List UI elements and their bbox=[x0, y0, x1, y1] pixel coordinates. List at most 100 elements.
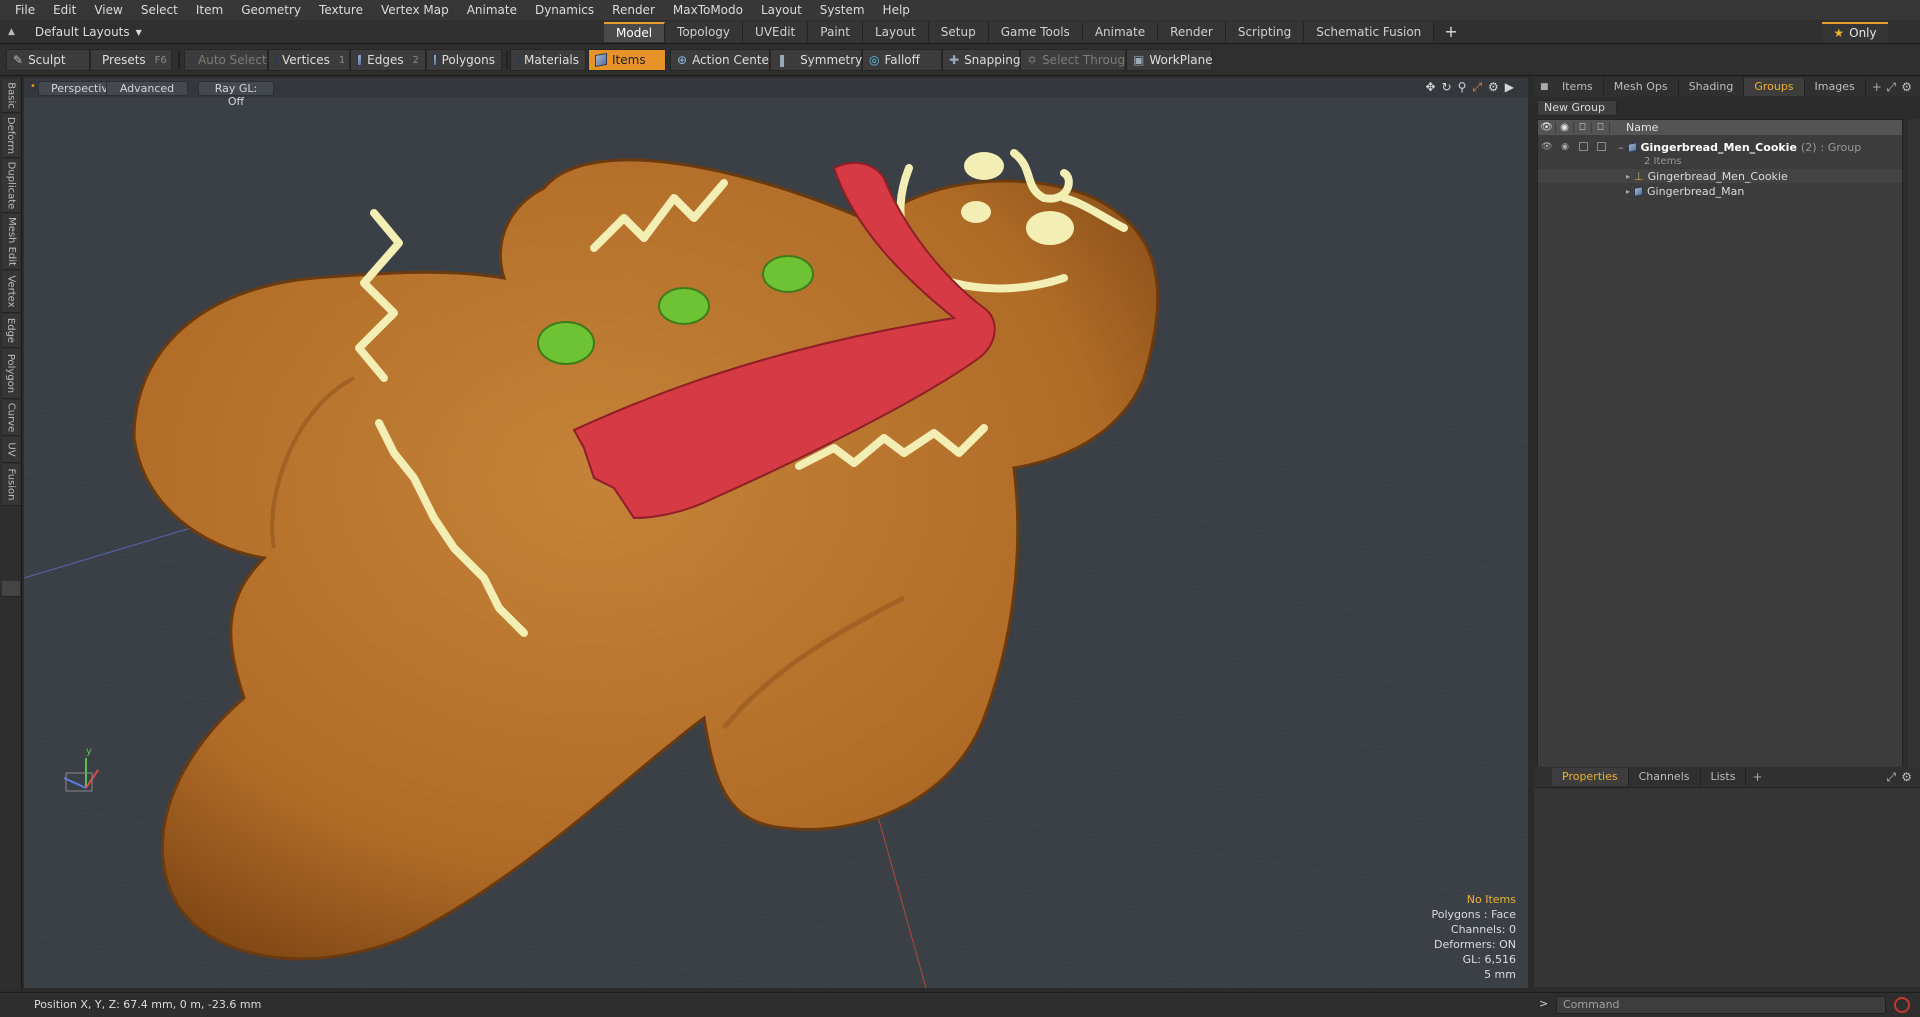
menu-edit[interactable]: Edit bbox=[44, 0, 85, 20]
falloff-button[interactable]: ◎ Falloff bbox=[862, 49, 942, 71]
group-child-row[interactable]: ▸ Gingerbread_Man bbox=[1538, 184, 1902, 198]
menu-item[interactable]: Item bbox=[187, 0, 232, 20]
tab-schematic-fusion[interactable]: Schematic Fusion bbox=[1304, 22, 1435, 42]
gear-icon[interactable]: ⚙ bbox=[1488, 80, 1499, 95]
expand-icon[interactable]: ⤢ bbox=[1886, 80, 1896, 95]
tab-topology[interactable]: Topology bbox=[665, 22, 744, 42]
cookie-cheek bbox=[1026, 211, 1074, 245]
menu-geometry[interactable]: Geometry bbox=[232, 0, 310, 20]
select-through-button[interactable]: ✡ Select Through bbox=[1020, 49, 1133, 71]
render-column-icon[interactable]: ◉ bbox=[1556, 122, 1574, 133]
raygl-toggle-button[interactable]: Ray GL: Off bbox=[198, 81, 274, 108]
menu-bar: File Edit View Select Item Geometry Text… bbox=[0, 0, 1920, 20]
tab-scripting[interactable]: Scripting bbox=[1225, 22, 1305, 42]
tab-setup[interactable]: Setup bbox=[928, 22, 989, 42]
new-group-button[interactable]: New Group bbox=[1537, 100, 1617, 116]
group-row[interactable]: 👁 ◉ – Gingerbread_Men_Cookie (2) : Group bbox=[1538, 140, 1902, 154]
toolbar-divider bbox=[178, 51, 180, 69]
tab-items[interactable]: Items bbox=[1552, 78, 1604, 96]
items-button[interactable]: Items bbox=[588, 49, 666, 71]
add-panel-tab-icon[interactable]: + bbox=[1866, 80, 1882, 94]
menu-layout[interactable]: Layout bbox=[752, 0, 811, 20]
groups-scrollbar[interactable] bbox=[1908, 119, 1920, 809]
menu-render[interactable]: Render bbox=[603, 0, 664, 20]
props-expand-icon[interactable]: ⤢ bbox=[1886, 770, 1896, 785]
viewport-menu-dot[interactable]: • bbox=[30, 81, 36, 92]
vtab-duplicate[interactable]: Duplicate bbox=[2, 159, 20, 213]
tab-mesh-ops[interactable]: Mesh Ops bbox=[1604, 78, 1679, 96]
menu-select[interactable]: Select bbox=[132, 0, 187, 20]
vtab-fusion[interactable]: Fusion bbox=[2, 464, 20, 506]
workplane-button[interactable]: ▣ WorkPlane bbox=[1126, 49, 1213, 71]
menu-vertex-map[interactable]: Vertex Map bbox=[372, 0, 458, 20]
symmetry-button[interactable]: ❚ Symmetry bbox=[770, 49, 862, 71]
shading-advanced-button[interactable]: Advanced bbox=[106, 81, 188, 96]
vtab-polygon[interactable]: Polygon bbox=[2, 349, 20, 399]
zoom-view-icon[interactable]: ⚲ bbox=[1458, 80, 1467, 95]
group-child-row[interactable]: ▸ ⊥ Gingerbread_Men_Cookie bbox=[1538, 169, 1902, 183]
add-props-tab-icon[interactable]: + bbox=[1746, 770, 1762, 784]
vtab-edge[interactable]: Edge bbox=[2, 314, 20, 348]
menu-texture[interactable]: Texture bbox=[310, 0, 372, 20]
vtab-curve[interactable]: Curve bbox=[2, 400, 20, 436]
sculpt-button[interactable]: ✎ Sculpt bbox=[6, 49, 90, 71]
panel-menu-dot[interactable]: ■ bbox=[1540, 82, 1549, 92]
tab-model[interactable]: Model bbox=[604, 22, 666, 42]
vtab-uv[interactable]: UV bbox=[2, 437, 20, 463]
tab-layout[interactable]: Layout bbox=[862, 22, 929, 42]
menu-maxtomodo[interactable]: MaxToModo bbox=[664, 0, 752, 20]
tab-render[interactable]: Render bbox=[1158, 22, 1226, 42]
vtab-mesh-edit[interactable]: Mesh Edit bbox=[2, 214, 20, 270]
tab-paint[interactable]: Paint bbox=[808, 22, 863, 42]
tab-uvedit[interactable]: UVEdit bbox=[743, 22, 809, 42]
rotate-view-icon[interactable]: ↻ bbox=[1442, 80, 1452, 95]
tab-properties[interactable]: Properties bbox=[1552, 768, 1629, 786]
group-render-icon[interactable]: ◉ bbox=[1556, 142, 1574, 152]
record-macro-icon[interactable] bbox=[1894, 997, 1910, 1013]
vtab-vertex[interactable]: Vertex bbox=[2, 271, 20, 313]
move-view-icon[interactable]: ✥ bbox=[1425, 80, 1435, 95]
only-toggle-button[interactable]: ★ Only bbox=[1822, 22, 1888, 42]
vtab-deform[interactable]: Deform bbox=[2, 114, 20, 158]
tab-shading[interactable]: Shading bbox=[1679, 78, 1745, 96]
collapse-icon[interactable]: – bbox=[1618, 141, 1624, 154]
menu-view[interactable]: View bbox=[85, 0, 131, 20]
vtab-basic[interactable]: Basic bbox=[2, 79, 20, 113]
tab-groups[interactable]: Groups bbox=[1744, 78, 1805, 96]
props-gear-icon[interactable]: ⚙ bbox=[1901, 770, 1912, 784]
menu-help[interactable]: Help bbox=[874, 0, 919, 20]
presets-button[interactable]: Presets F6 bbox=[90, 49, 172, 71]
fit-view-icon[interactable]: ⤢ bbox=[1472, 80, 1482, 95]
tab-channels[interactable]: Channels bbox=[1629, 768, 1701, 786]
layout-dropdown[interactable]: ▲ Default Layouts ▼ bbox=[8, 23, 142, 41]
tab-images[interactable]: Images bbox=[1805, 78, 1866, 96]
polygons-button[interactable]: Polygons bbox=[426, 49, 502, 71]
auto-select-button[interactable]: Auto Select bbox=[184, 49, 268, 71]
menu-file[interactable]: File bbox=[6, 0, 44, 20]
chevron-right-icon[interactable]: ▶ bbox=[1505, 80, 1514, 95]
group-child-name-1: Gingerbread_Man bbox=[1647, 184, 1745, 198]
tab-lists[interactable]: Lists bbox=[1701, 768, 1747, 786]
vtab-curve-label: Curve bbox=[5, 402, 17, 433]
tab-animate[interactable]: Animate bbox=[1082, 22, 1159, 42]
panel-gear-icon[interactable]: ⚙ bbox=[1901, 80, 1912, 94]
3d-viewport[interactable]: y • Perspective Advanced Ray GL: Off ✥ ↻… bbox=[24, 78, 1528, 988]
edges-button[interactable]: Edges 2 bbox=[350, 49, 426, 71]
action-center-button[interactable]: ⊕ Action Center bbox=[670, 49, 774, 71]
tab-game-tools[interactable]: Game Tools bbox=[988, 22, 1083, 42]
visibility-column-icon[interactable]: 👁 bbox=[1538, 122, 1556, 133]
menu-animate[interactable]: Animate bbox=[458, 0, 526, 20]
menu-system[interactable]: System bbox=[811, 0, 874, 20]
group-lock-checkbox[interactable] bbox=[1574, 141, 1592, 154]
lock-column-icon[interactable]: ⎕ bbox=[1574, 122, 1592, 133]
strip-toggle-button[interactable] bbox=[2, 581, 20, 597]
command-input[interactable]: Command bbox=[1556, 996, 1886, 1014]
menu-dynamics[interactable]: Dynamics bbox=[526, 0, 603, 20]
add-tab-icon[interactable]: + bbox=[1434, 22, 1467, 42]
materials-button[interactable]: Materials bbox=[510, 49, 586, 71]
group-select-checkbox[interactable] bbox=[1592, 141, 1610, 154]
vertices-button[interactable]: Vertices 1 bbox=[268, 49, 350, 71]
select-column-icon[interactable]: ⎕ bbox=[1592, 122, 1610, 133]
snapping-button[interactable]: ✚ Snapping bbox=[942, 49, 1020, 71]
group-visibility-icon[interactable]: 👁 bbox=[1538, 142, 1556, 152]
